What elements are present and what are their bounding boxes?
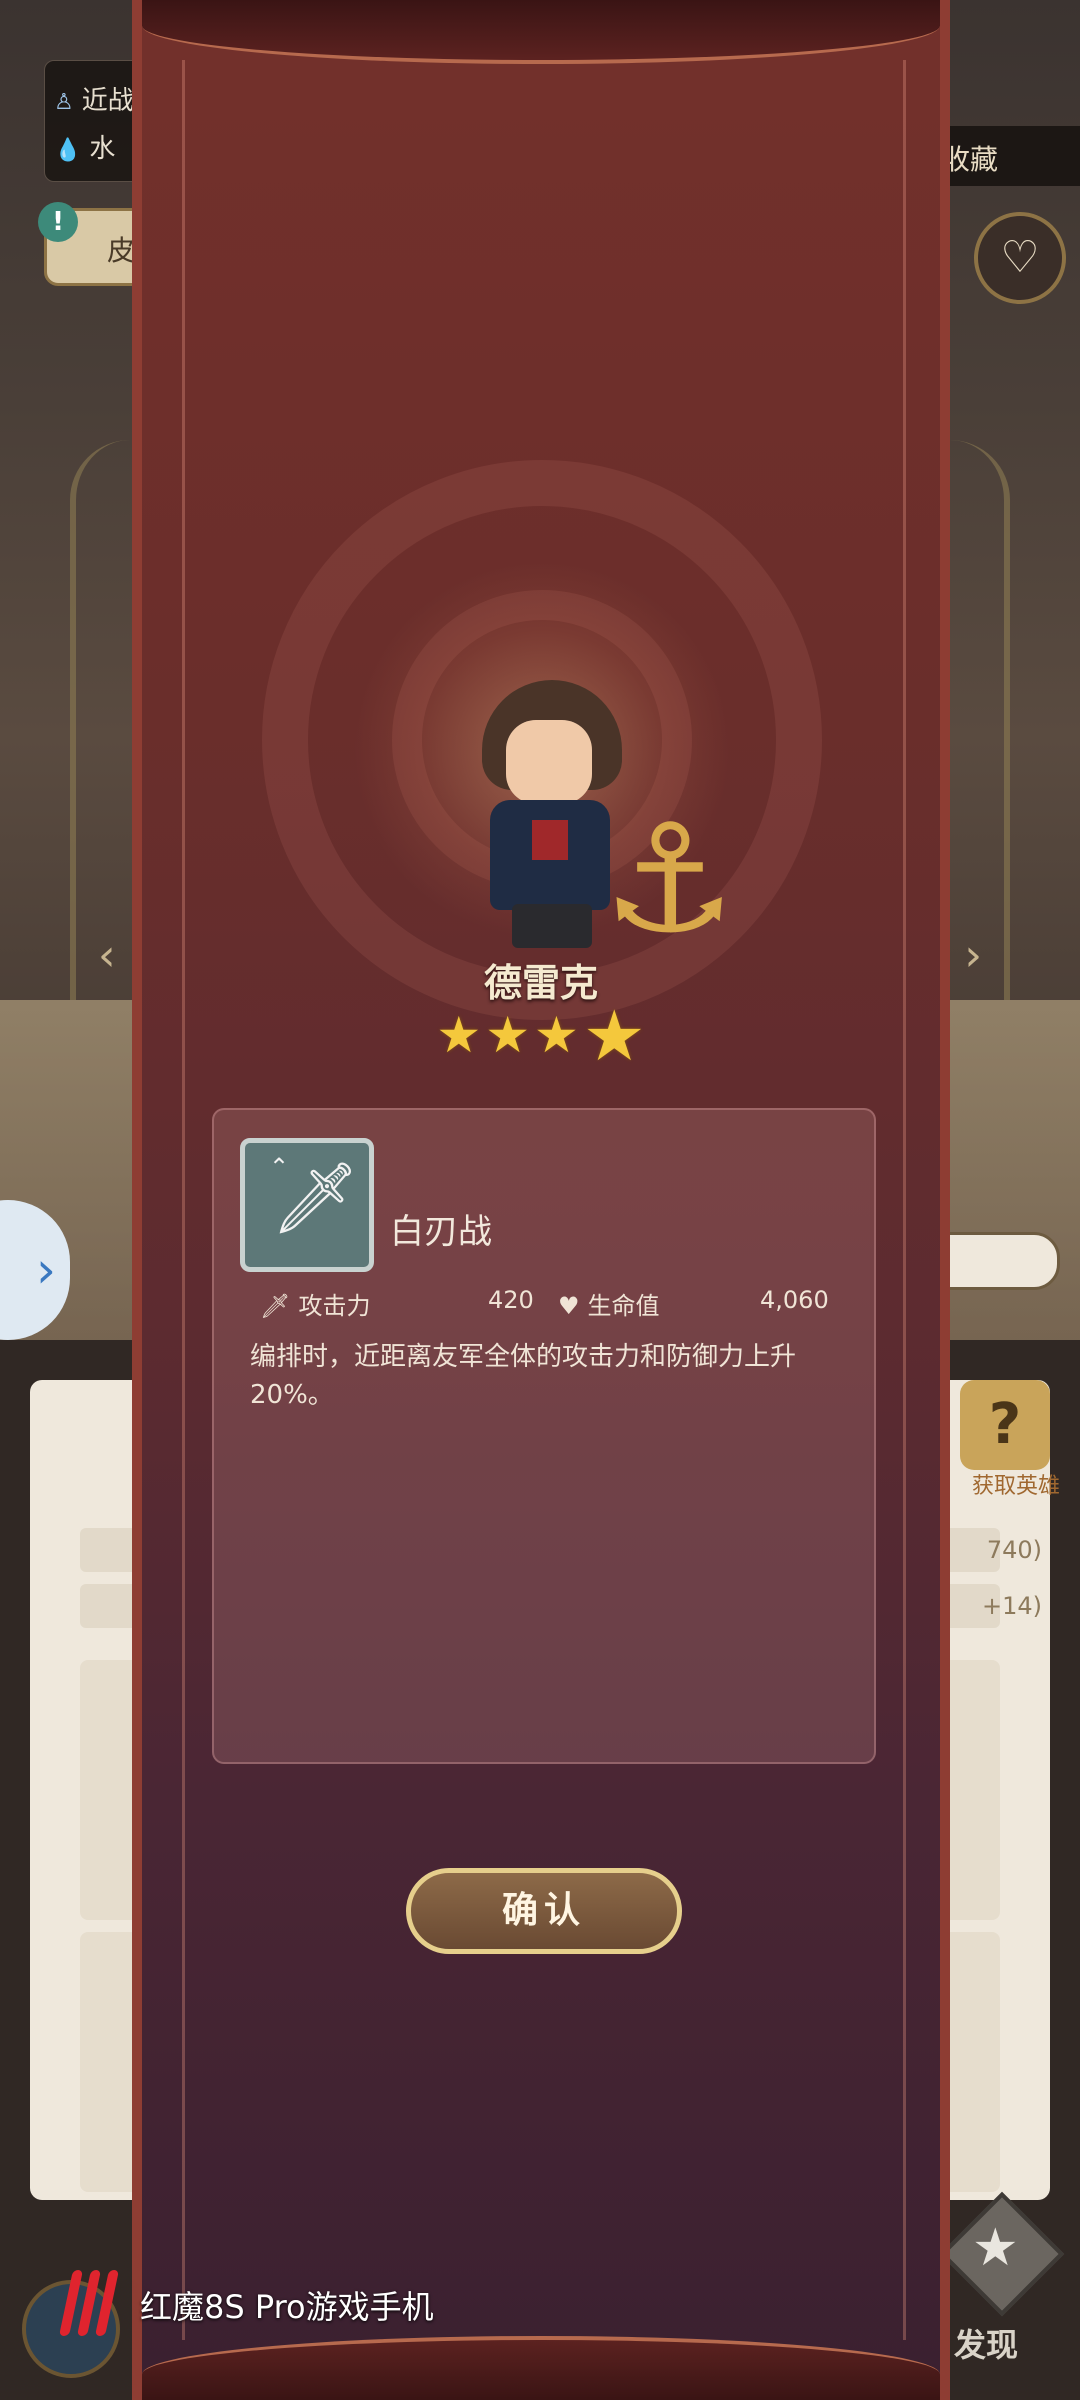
star-icon: ★ [436,1006,482,1064]
hp-stat-value: 4,060 [760,1286,829,1314]
stat-value: +14) [981,1592,1042,1620]
star-icon: ★ [485,1006,531,1064]
star-rating: ★★★★ [142,995,940,1077]
redmagic-logo-icon [58,2262,130,2342]
mystery-hero-icon[interactable]: ? [960,1380,1050,1470]
anchor-icon: ⚓ [602,793,737,967]
stat-value: 740) [986,1536,1042,1564]
hero-acquired-modal: ⚓ 德雷克 ★★★★ ⌃ 🗡 白刃战 🗡 攻击力 420 ♥ 生命值 4,060 编… [132,0,950,2400]
background-arch-right [944,440,1010,1000]
modal-bottom-ornament [142,2336,940,2400]
modal-top-ornament [142,0,940,64]
discover-button[interactable]: ★ 发现 [939,2191,1065,2364]
mystery-hero-label: 获取英雄 [971,1474,1060,1499]
heart-plus-icon: ♥ [558,1292,580,1320]
collection-button[interactable]: 收藏 [930,126,1080,186]
element-tag: 💧 水 [54,134,116,164]
skill-sword-icon: ⌃ 🗡 [240,1138,374,1272]
water-drop-icon: 💧 [54,138,82,163]
hp-stat-label: ♥ 生命值 [558,1292,660,1320]
star-icon: ★ [534,1006,579,1064]
alert-icon: ! [38,202,78,242]
device-watermark: 红魔8S Pro游戏手机 [56,2262,556,2342]
next-hero-arrow-icon[interactable]: › [964,930,982,981]
background-arch-left [70,440,136,1000]
skill-description: 编排时，近距离友军全体的攻击力和防御力上升20%。 [250,1342,797,1410]
attack-stat-value: 420 [488,1286,534,1314]
star-icon: ★ [582,995,646,1077]
role-tag: ♙ 近战 [54,86,134,116]
skill-name: 白刃战 [390,1212,492,1252]
confirm-button[interactable]: 确认 [406,1868,682,1954]
prev-hero-arrow-icon[interactable]: ‹ [98,930,116,981]
attack-stat-label: 🗡 攻击力 [260,1292,371,1320]
favorite-heart-icon[interactable]: ♡ [974,212,1066,304]
discover-label: 发现 [954,2326,1019,2364]
skill-card: ⌃ 🗡 白刃战 🗡 攻击力 420 ♥ 生命值 4,060 编排时，近距离友军全体的… [212,1108,876,1764]
melee-icon: ♙ [54,90,74,115]
star-icon: ★ [972,2218,1019,2278]
attack-sword-icon: 🗡 [260,1292,291,1320]
watermark-text: 红魔8S Pro游戏手机 [140,2288,434,2326]
